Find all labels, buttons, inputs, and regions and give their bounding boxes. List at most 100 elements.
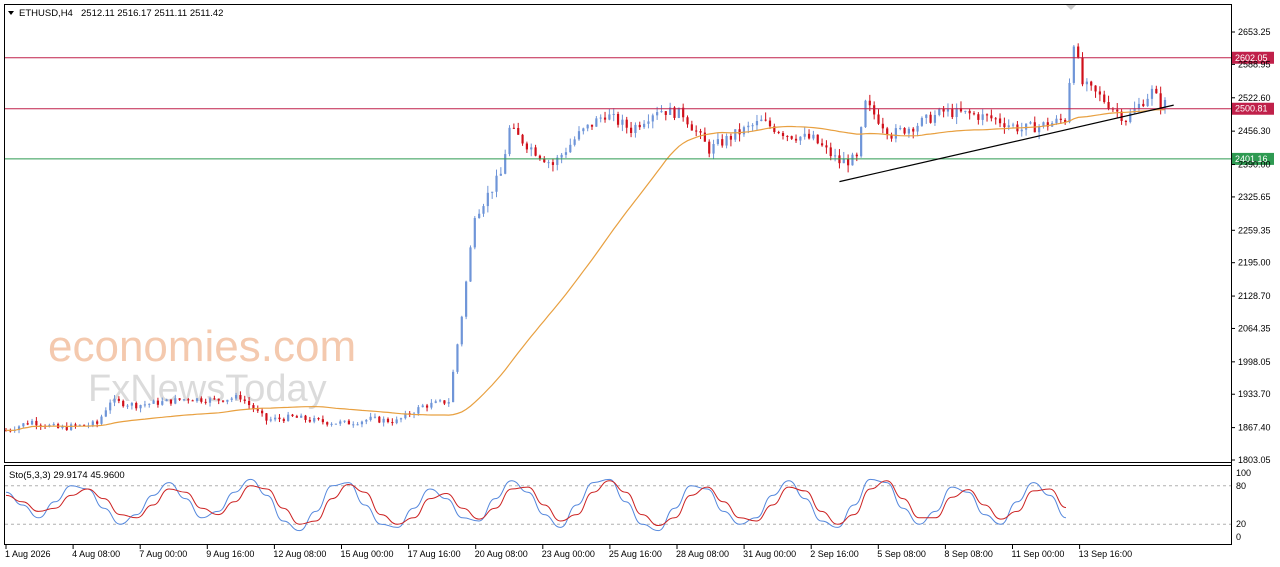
candle-body [608, 114, 611, 120]
candle-body [499, 173, 502, 176]
candle-body [790, 136, 793, 139]
candle-body [625, 119, 628, 128]
candle-body [938, 109, 941, 115]
candle-body [473, 218, 476, 248]
watermark-economies: economies.com [48, 322, 356, 371]
candle-body [35, 420, 38, 426]
candle-body [742, 127, 746, 135]
candle-body [1159, 93, 1162, 109]
candle-body [395, 419, 398, 424]
candle-body [208, 398, 212, 403]
candle-body [564, 152, 568, 155]
price-tick-label: 2588.95 [1238, 59, 1271, 69]
candle-body [109, 402, 112, 411]
candle-body [847, 159, 850, 166]
candle-body [491, 191, 494, 193]
candle-body [747, 125, 750, 128]
candle-body [560, 154, 563, 158]
candle-body [200, 398, 203, 402]
candle-body [1003, 123, 1006, 128]
time-tick-label: 15 Aug 00:00 [341, 549, 394, 559]
time-axis: 1 Aug 2026 4 Aug 08:00 7 Aug 00:00 9 Aug 16… [5, 545, 1132, 559]
candle-body [925, 114, 928, 118]
candle-body [156, 400, 160, 405]
time-tick-label: 9 Aug 16:00 [206, 549, 254, 559]
candle-body [760, 119, 763, 122]
candle-body [955, 108, 958, 118]
candle-body [213, 398, 216, 400]
candle-body [916, 125, 919, 132]
candle-body [269, 419, 272, 421]
candle-body [712, 143, 715, 154]
candle-body [326, 422, 329, 425]
candle-body [1077, 46, 1080, 58]
candle-body [677, 107, 680, 118]
candle-body [1090, 81, 1093, 86]
candle-body [686, 117, 689, 125]
chart-canvas[interactable]: economies.com FxNewsToday ETHUSD,H4 2512… [0, 0, 1280, 567]
symbol-label: ETHUSD,H4 [19, 8, 73, 19]
candle-body [638, 124, 641, 128]
candle-body [551, 162, 555, 165]
candle-body [577, 131, 581, 140]
candle-body [590, 124, 594, 127]
price-tick-label: 1998.05 [1238, 357, 1271, 367]
candle-body [100, 416, 103, 424]
time-tick-label: 12 Aug 08:00 [273, 549, 326, 559]
time-tick-label: 23 Aug 00:00 [542, 549, 595, 559]
candle-body [647, 121, 650, 124]
candle-body [877, 114, 880, 124]
candle-body [716, 139, 719, 144]
candle-body [1137, 103, 1141, 109]
candle-body [595, 118, 598, 127]
price-tick-label: 1803.05 [1238, 455, 1271, 465]
candle-body [1068, 82, 1071, 123]
candle-body [330, 423, 333, 425]
price-tick-label: 1867.40 [1238, 423, 1271, 433]
candle-body [122, 400, 125, 407]
candle-body [300, 415, 303, 418]
candle-body [365, 419, 368, 422]
candle-body [569, 144, 572, 153]
time-tick-label: 11 Sep 00:00 [1012, 549, 1065, 559]
candle-body [525, 143, 528, 150]
candle-body [951, 109, 954, 118]
time-tick-label: 1 Aug 2026 [5, 549, 51, 559]
time-tick-label: 17 Aug 16:00 [408, 549, 461, 559]
candle-body [933, 114, 937, 123]
candle-body [538, 155, 542, 159]
candle-body [690, 124, 693, 131]
candle-body [912, 128, 915, 132]
candle-body [274, 417, 277, 420]
candle-body [161, 401, 164, 405]
ohlc-readout: 2512.11 2516.17 2511.11 2511.42 [81, 8, 223, 19]
candle-body [221, 400, 225, 402]
candle-body [1011, 124, 1015, 126]
candle-body [182, 399, 186, 401]
candle-body [230, 398, 233, 400]
stochastic-tick-label: 20 [1236, 519, 1246, 529]
candle-body [699, 131, 702, 133]
candle-body [695, 130, 698, 132]
candle-body [465, 281, 468, 317]
candle-body [634, 124, 637, 134]
candle-body [178, 398, 181, 400]
candle-body [1029, 122, 1032, 124]
candle-body [22, 423, 25, 427]
time-tick-label: 5 Sep 08:00 [877, 549, 926, 559]
candle-body [851, 154, 854, 166]
candle-body [643, 123, 646, 128]
candle-body [295, 416, 298, 418]
candle-body [52, 424, 55, 426]
candle-body [504, 154, 507, 174]
candle-body [820, 143, 824, 146]
candle-body [751, 125, 754, 127]
candle-body [495, 175, 498, 192]
candle-body [621, 119, 624, 125]
candle-body [343, 420, 346, 422]
candle-body [117, 398, 120, 401]
time-tick-label: 4 Aug 08:00 [72, 549, 120, 559]
candle-body [708, 141, 711, 154]
candle-body [425, 405, 429, 408]
candle-body [972, 113, 976, 115]
